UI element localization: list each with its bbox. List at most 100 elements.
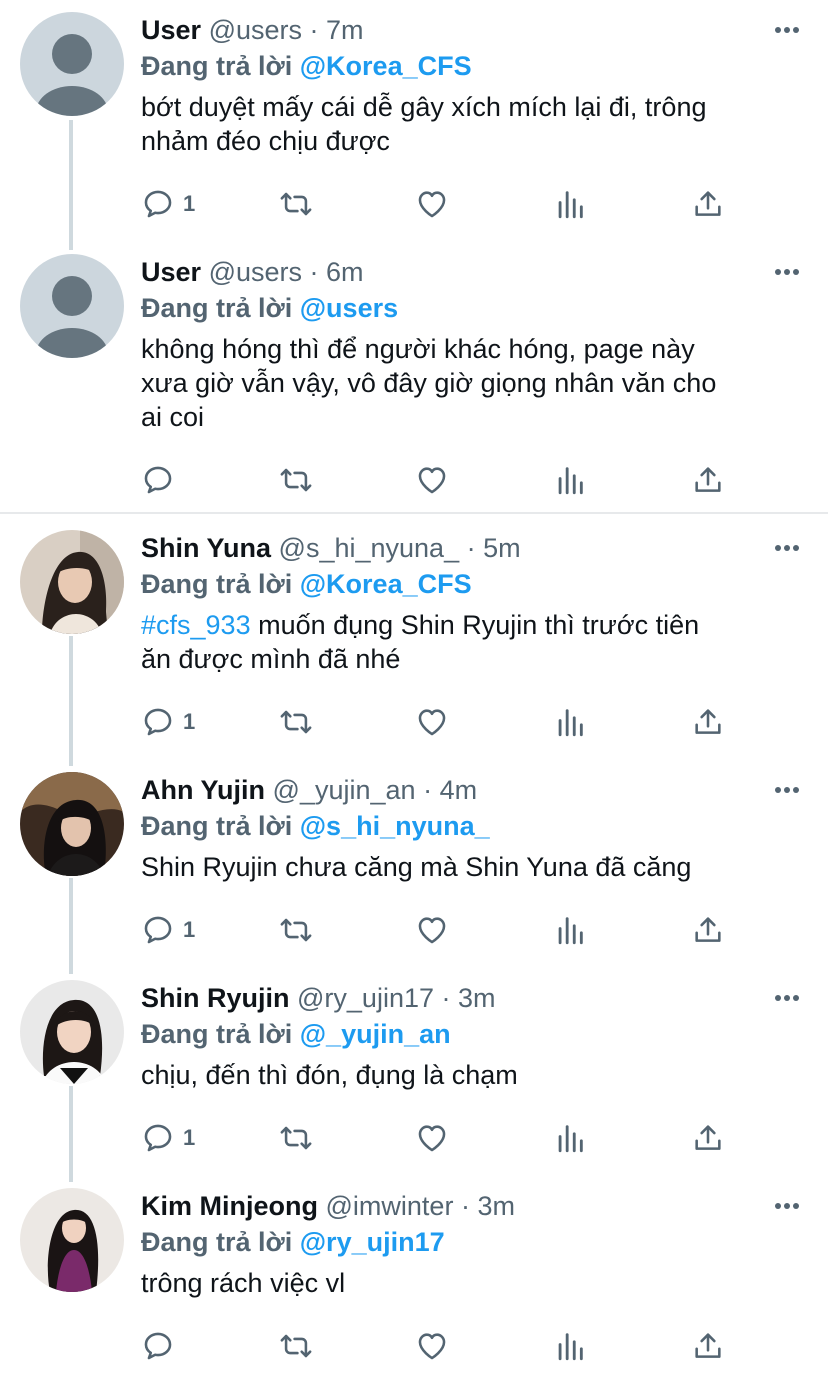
reply-button[interactable]: 1 bbox=[141, 910, 195, 950]
replying-to-mention[interactable]: @s_hi_nyuna_ bbox=[300, 811, 490, 841]
tweet-header: Shin Yuna @s_hi_nyuna_ · 5m bbox=[141, 530, 808, 566]
tweet-text: #cfs_933 muốn đụng Shin Ryujin thì trước… bbox=[141, 608, 808, 676]
views-button[interactable] bbox=[553, 184, 587, 224]
photo-avatar[interactable] bbox=[20, 530, 124, 634]
share-button[interactable] bbox=[691, 702, 725, 742]
timestamp[interactable]: 6m bbox=[326, 257, 364, 287]
share-button[interactable] bbox=[691, 460, 725, 500]
more-icon[interactable] bbox=[774, 786, 800, 794]
retweet-icon bbox=[280, 1126, 312, 1150]
tweet[interactable]: Shin Yuna @s_hi_nyuna_ · 5m Đang trả lời… bbox=[0, 518, 828, 754]
tweet[interactable]: User @users · 7m Đang trả lời @Korea_CFS… bbox=[0, 0, 828, 240]
author-name[interactable]: User bbox=[141, 257, 201, 287]
reply-button[interactable]: 1 bbox=[141, 1118, 195, 1158]
share-button[interactable] bbox=[691, 184, 725, 224]
separator-dot: · bbox=[441, 983, 451, 1013]
tweet-text-line: ai coi bbox=[141, 402, 205, 432]
replying-to-mention[interactable]: @Korea_CFS bbox=[300, 569, 472, 599]
like-button[interactable] bbox=[415, 910, 449, 950]
analytics-icon bbox=[558, 191, 583, 219]
tweet[interactable]: Ahn Yujin @_yujin_an · 4m Đang trả lời @… bbox=[0, 760, 828, 962]
share-button[interactable] bbox=[691, 1118, 725, 1158]
reply-button[interactable]: 1 bbox=[141, 702, 195, 742]
separator-dot: · bbox=[309, 257, 319, 287]
timestamp[interactable]: 7m bbox=[326, 15, 364, 45]
tweet-text-line: ăn được mình đã nhé bbox=[141, 644, 401, 674]
tweet-text: không hóng thì để người khác hóng, page … bbox=[141, 332, 808, 434]
replying-to: Đang trả lời @_yujin_an bbox=[141, 1016, 808, 1052]
more-icon[interactable] bbox=[774, 994, 800, 1002]
tweet-text-segment: muốn đụng Shin Ryujin thì trước tiên bbox=[250, 610, 700, 640]
author-handle[interactable]: @_yujin_an bbox=[273, 775, 416, 805]
analytics-icon bbox=[558, 917, 583, 945]
reply-button[interactable] bbox=[141, 1326, 183, 1366]
author-handle[interactable]: @imwinter bbox=[326, 1191, 454, 1221]
timestamp[interactable]: 3m bbox=[458, 983, 496, 1013]
tweet-actions: 1 bbox=[141, 184, 741, 224]
more-icon[interactable] bbox=[774, 544, 800, 552]
retweet-button[interactable] bbox=[277, 910, 315, 950]
share-button[interactable] bbox=[691, 1326, 725, 1366]
tweet-header: Kim Minjeong @imwinter · 3m bbox=[141, 1188, 808, 1224]
more-icon[interactable] bbox=[774, 26, 800, 34]
author-name[interactable]: Kim Minjeong bbox=[141, 1191, 318, 1221]
photo-avatar[interactable] bbox=[20, 980, 124, 1084]
retweet-button[interactable] bbox=[277, 1118, 315, 1158]
timestamp[interactable]: 3m bbox=[477, 1191, 515, 1221]
more-icon[interactable] bbox=[774, 1202, 800, 1210]
tweet-text-line: chịu, đến thì đón, đụng là chạm bbox=[141, 1060, 518, 1090]
retweet-button[interactable] bbox=[277, 460, 315, 500]
tweet-actions: 1 bbox=[141, 1118, 741, 1158]
analytics-icon bbox=[558, 1333, 583, 1361]
author-name[interactable]: Shin Yuna bbox=[141, 533, 271, 563]
retweet-icon bbox=[280, 918, 312, 942]
photo-avatar[interactable] bbox=[20, 772, 124, 876]
like-button[interactable] bbox=[415, 702, 449, 742]
separator-dot: · bbox=[423, 775, 433, 805]
author-name[interactable]: Ahn Yujin bbox=[141, 775, 265, 805]
reply-icon bbox=[144, 190, 172, 218]
retweet-button[interactable] bbox=[277, 184, 315, 224]
author-handle[interactable]: @users bbox=[209, 15, 302, 45]
author-name[interactable]: User bbox=[141, 15, 201, 45]
like-button[interactable] bbox=[415, 1118, 449, 1158]
default-avatar[interactable] bbox=[20, 254, 124, 358]
replying-to-mention[interactable]: @users bbox=[300, 293, 398, 323]
more-icon[interactable] bbox=[774, 268, 800, 276]
like-button[interactable] bbox=[415, 184, 449, 224]
views-button[interactable] bbox=[553, 1118, 587, 1158]
share-button[interactable] bbox=[691, 910, 725, 950]
tweet-text: chịu, đến thì đón, đụng là chạm bbox=[141, 1058, 808, 1092]
views-button[interactable] bbox=[553, 702, 587, 742]
replying-to-label: Đang trả lời bbox=[141, 293, 293, 323]
tweet-text-line: trông rách việc vl bbox=[141, 1268, 346, 1298]
views-button[interactable] bbox=[553, 910, 587, 950]
share-icon bbox=[695, 709, 721, 734]
retweet-button[interactable] bbox=[277, 1326, 315, 1366]
tweet[interactable]: User @users · 6m Đang trả lời @users khô… bbox=[0, 242, 828, 510]
retweet-button[interactable] bbox=[277, 702, 315, 742]
author-name[interactable]: Shin Ryujin bbox=[141, 983, 290, 1013]
like-button[interactable] bbox=[415, 1326, 449, 1366]
separator-dot: · bbox=[466, 533, 476, 563]
tweet[interactable]: Kim Minjeong @imwinter · 3m Đang trả lời… bbox=[0, 1176, 828, 1376]
tweet-actions: 1 bbox=[141, 910, 741, 950]
reply-button[interactable]: 1 bbox=[141, 184, 195, 224]
replying-to-mention[interactable]: @_yujin_an bbox=[300, 1019, 451, 1049]
timestamp[interactable]: 5m bbox=[483, 533, 521, 563]
replying-to-mention[interactable]: @ry_ujin17 bbox=[300, 1227, 445, 1257]
author-handle[interactable]: @users bbox=[209, 257, 302, 287]
views-button[interactable] bbox=[553, 460, 587, 500]
replying-to-mention[interactable]: @Korea_CFS bbox=[300, 51, 472, 81]
timestamp[interactable]: 4m bbox=[440, 775, 478, 805]
default-avatar[interactable] bbox=[20, 12, 124, 116]
like-button[interactable] bbox=[415, 460, 449, 500]
author-handle[interactable]: @s_hi_nyuna_ bbox=[279, 533, 460, 563]
reply-button[interactable] bbox=[141, 460, 183, 500]
photo-avatar[interactable] bbox=[20, 1188, 124, 1292]
author-handle[interactable]: @ry_ujin17 bbox=[297, 983, 434, 1013]
views-button[interactable] bbox=[553, 1326, 587, 1366]
tweet[interactable]: Shin Ryujin @ry_ujin17 · 3m Đang trả lời… bbox=[0, 968, 828, 1170]
hashtag-link[interactable]: #cfs_933 bbox=[141, 610, 251, 640]
analytics-icon bbox=[558, 709, 583, 737]
